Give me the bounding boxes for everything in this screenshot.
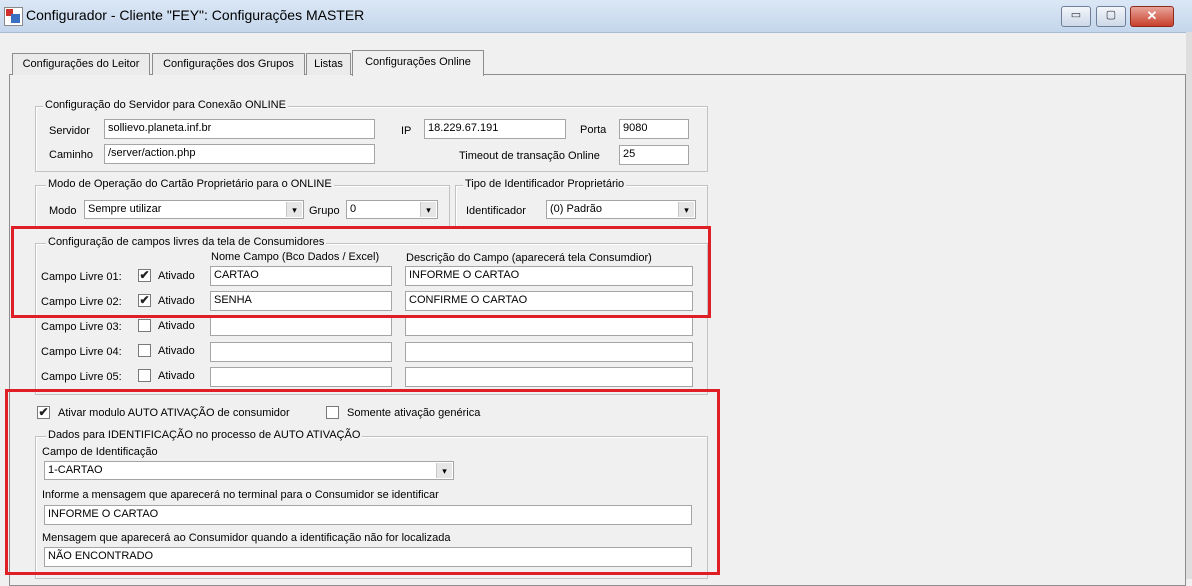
timeout-label: Timeout de transação Online [459, 150, 600, 162]
campo-livre-03-desc[interactable] [405, 316, 693, 336]
caminho-label: Caminho [49, 149, 94, 161]
grupo-label: Grupo [309, 205, 340, 217]
grupo-value: 0 [350, 203, 357, 215]
server-legend: Configuração do Servidor para Conexão ON… [43, 99, 288, 111]
chevron-down-icon[interactable]: ▾ [678, 202, 694, 217]
identifier-legend: Tipo de Identificador Proprietário [463, 178, 627, 190]
chevron-down-icon[interactable]: ▾ [420, 202, 436, 217]
close-button[interactable]: ✕ [1130, 6, 1174, 27]
tab-listas[interactable]: Listas [306, 53, 351, 75]
window-edge [1186, 32, 1192, 579]
porta-label: Porta [580, 124, 607, 136]
campo-livre-05-label: Campo Livre 05: [41, 371, 122, 383]
campo-livre-03-ativado: Ativado [158, 320, 195, 332]
caminho-input[interactable]: /server/action.php [104, 144, 375, 164]
identificador-label: Identificador [466, 205, 526, 217]
campo-livre-03-name[interactable] [210, 316, 392, 336]
modo-select[interactable]: Sempre utilizar ▾ [84, 200, 304, 219]
mode-legend: Modo de Operação do Cartão Proprietário … [46, 178, 334, 190]
campo-livre-04-ativado: Ativado [158, 345, 195, 357]
ip-input[interactable]: 18.229.67.191 [424, 119, 566, 139]
campo-livre-04-name[interactable] [210, 342, 392, 362]
servidor-input[interactable]: sollievo.planeta.inf.br [104, 119, 375, 139]
campo-livre-04-desc[interactable] [405, 342, 693, 362]
window-title: Configurador - Cliente "FEY": Configuraç… [26, 7, 365, 23]
porta-input[interactable]: 9080 [619, 119, 689, 139]
modo-value: Sempre utilizar [88, 203, 162, 215]
identificador-value: (0) Padrão [550, 203, 602, 215]
campo-livre-04-label: Campo Livre 04: [41, 346, 122, 358]
tab-configuracoes-online[interactable]: Configurações Online [352, 50, 484, 76]
ip-label: IP [401, 125, 412, 137]
tab-configuracoes-leitor[interactable]: Configurações do Leitor [12, 53, 150, 75]
identificador-select[interactable]: (0) Padrão ▾ [546, 200, 696, 219]
chevron-down-icon[interactable]: ▾ [286, 202, 302, 217]
campo-livre-05-name[interactable] [210, 367, 392, 387]
modo-label: Modo [49, 205, 77, 217]
campo-livre-03-label: Campo Livre 03: [41, 321, 122, 333]
campo-livre-04-checkbox[interactable] [138, 344, 151, 357]
campo-livre-05-ativado: Ativado [158, 370, 195, 382]
maximize-button[interactable]: ▢ [1096, 6, 1126, 27]
highlight-box-free-fields [11, 226, 711, 318]
campo-livre-05-desc[interactable] [405, 367, 693, 387]
timeout-input[interactable]: 25 [619, 145, 689, 165]
grupo-select[interactable]: 0 ▾ [346, 200, 438, 219]
highlight-box-auto-activation [5, 389, 720, 575]
campo-livre-05-checkbox[interactable] [138, 369, 151, 382]
servidor-label: Servidor [49, 125, 90, 137]
minimize-button[interactable]: ▭ [1061, 6, 1091, 27]
app-icon [4, 7, 23, 26]
tab-configuracoes-grupos[interactable]: Configurações dos Grupos [152, 53, 305, 75]
campo-livre-03-checkbox[interactable] [138, 319, 151, 332]
